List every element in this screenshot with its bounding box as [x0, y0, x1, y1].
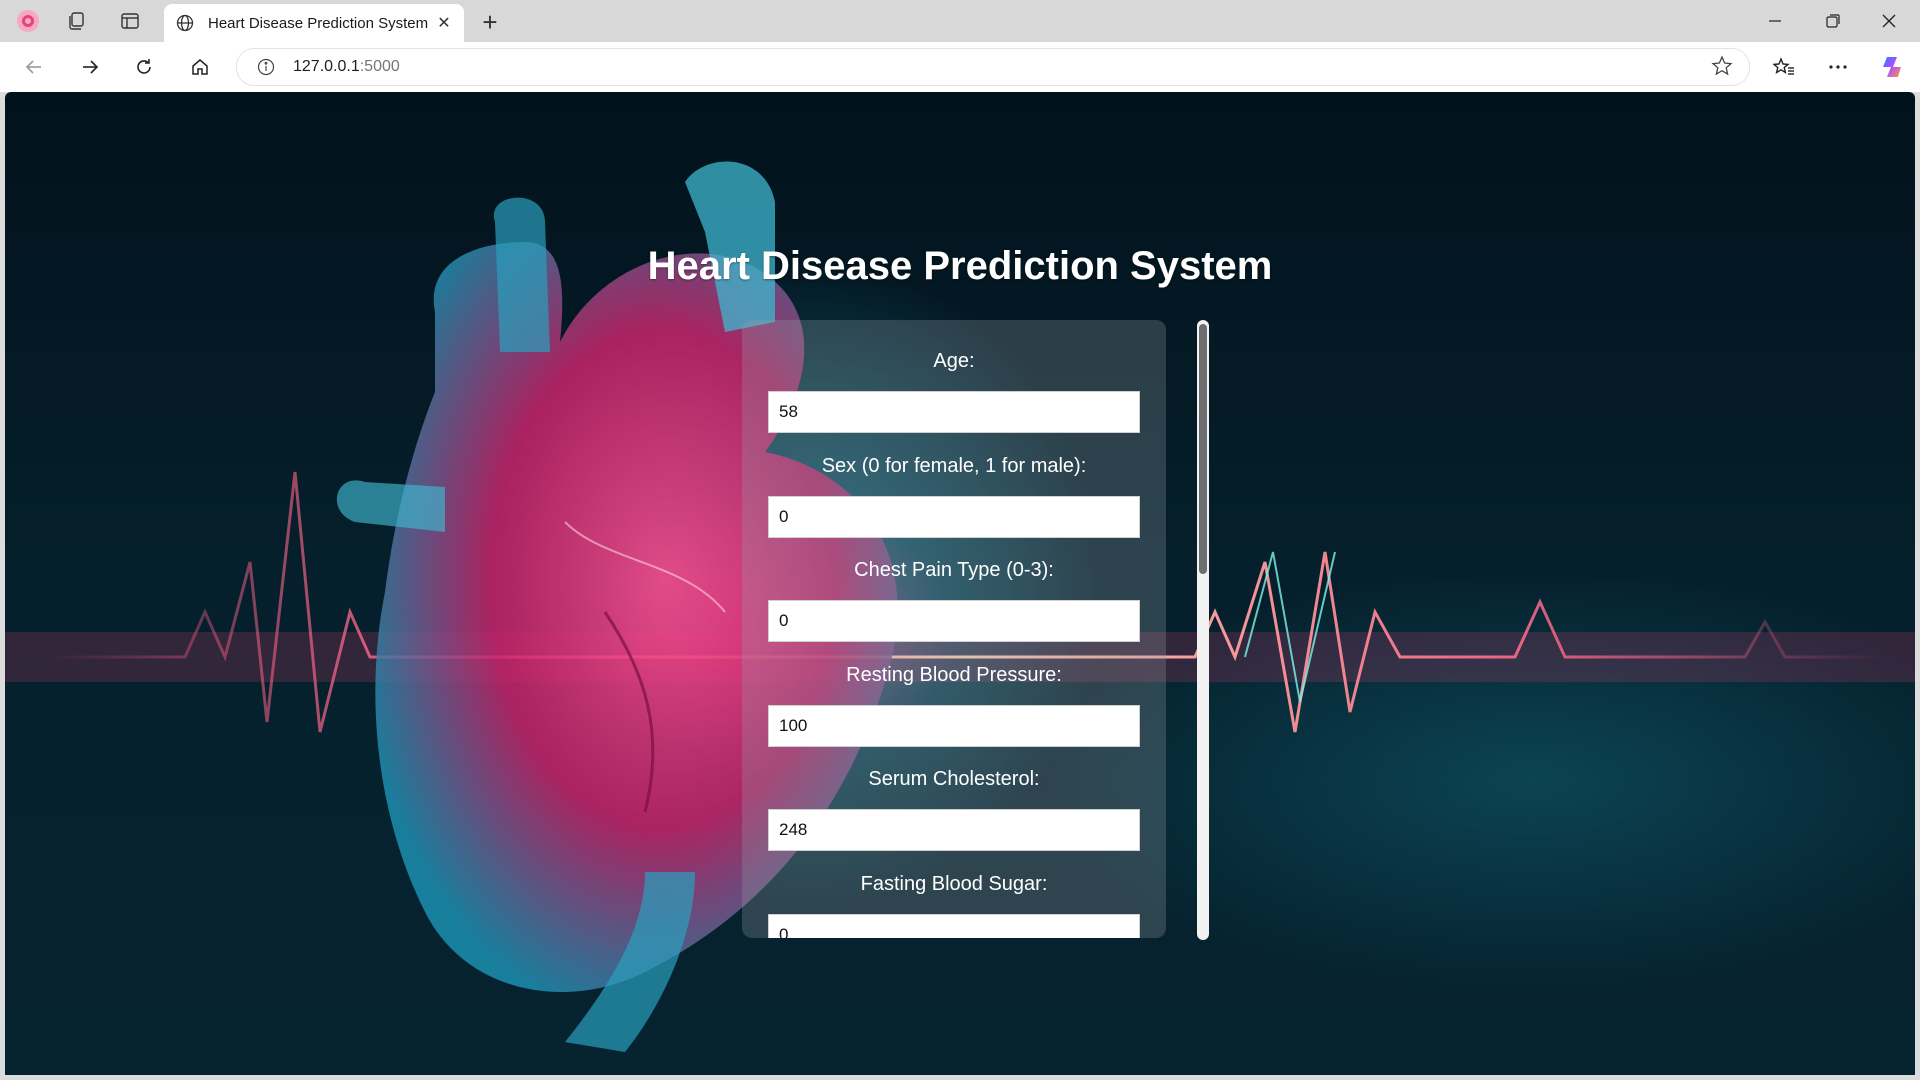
tab-close-icon[interactable]: ✕	[430, 13, 458, 33]
tab-title: Heart Disease Prediction System	[208, 14, 429, 32]
close-icon[interactable]	[1862, 0, 1916, 42]
back-icon[interactable]	[16, 50, 52, 84]
tab-actions-icon[interactable]	[112, 4, 148, 38]
restore-icon[interactable]	[1806, 0, 1860, 42]
age-label: Age:	[933, 350, 975, 372]
form-scrollbar-thumb[interactable]	[1199, 324, 1207, 574]
profile-icon[interactable]	[10, 4, 46, 38]
minimize-icon[interactable]	[1748, 0, 1802, 42]
url-port: :5000	[359, 58, 400, 75]
sex-label: Sex (0 for female, 1 for male):	[821, 455, 1087, 477]
chest-pain-type-label: Chest Pain Type (0-3):	[854, 559, 1054, 581]
active-tab[interactable]: Heart Disease Prediction System ✕	[164, 4, 464, 42]
sex-input[interactable]	[768, 496, 1140, 538]
collections-icon[interactable]	[58, 4, 94, 38]
serum-cholesterol-label: Serum Cholesterol:	[868, 768, 1040, 790]
copilot-icon[interactable]	[1876, 50, 1912, 84]
fasting-blood-sugar-label: Fasting Blood Sugar:	[860, 873, 1048, 895]
browser-toolbar: 127.0.0.1:5000	[0, 42, 1920, 92]
page-title: Heart Disease Prediction System	[647, 244, 1273, 288]
address-bar[interactable]: 127.0.0.1:5000	[236, 48, 1750, 86]
more-icon[interactable]	[1820, 50, 1856, 84]
prediction-form: Age: Sex (0 for female, 1 for male): Che…	[742, 320, 1166, 938]
url-host: 127.0.0.1	[293, 58, 360, 75]
fasting-blood-sugar-input[interactable]	[768, 914, 1140, 938]
age-input[interactable]	[768, 391, 1140, 433]
url-text: 127.0.0.1:5000	[293, 58, 400, 76]
resting-blood-pressure-label: Resting Blood Pressure:	[846, 664, 1062, 686]
new-tab-button[interactable]: +	[474, 6, 506, 38]
globe-icon	[174, 12, 196, 34]
favorites-icon[interactable]	[1766, 50, 1802, 84]
forward-icon[interactable]	[72, 50, 108, 84]
chest-pain-type-input[interactable]	[768, 600, 1140, 642]
tab-bar: Heart Disease Prediction System ✕ +	[0, 0, 1920, 42]
info-icon[interactable]	[255, 56, 277, 78]
serum-cholesterol-input[interactable]	[768, 809, 1140, 851]
home-icon[interactable]	[182, 50, 218, 84]
page-viewport: Heart Disease Prediction System Age: Sex…	[5, 92, 1915, 1075]
star-icon[interactable]	[1711, 55, 1733, 82]
resting-blood-pressure-input[interactable]	[768, 705, 1140, 747]
refresh-icon[interactable]	[126, 50, 162, 84]
